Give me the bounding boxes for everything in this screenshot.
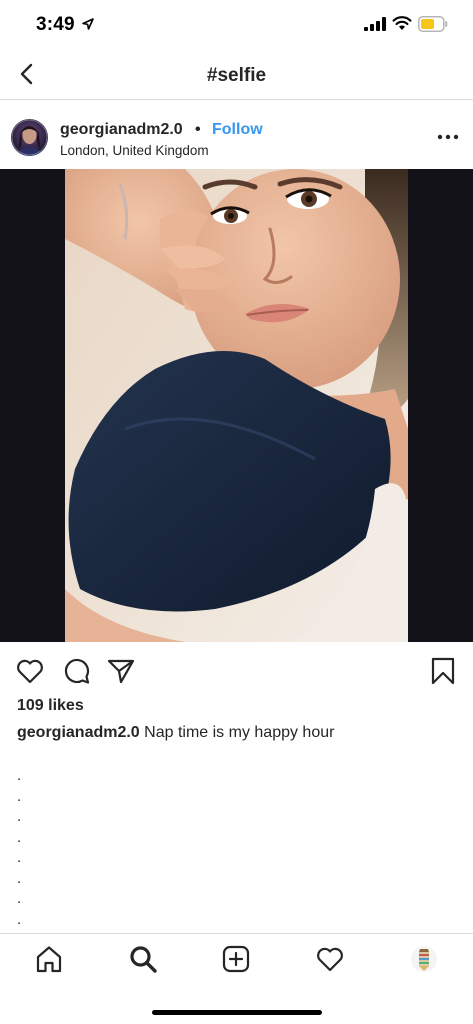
likes-count[interactable]: 109 likes [17,697,84,715]
heart-icon[interactable] [15,656,45,686]
nav-bar: #selfie [0,50,473,100]
page-title: #selfie [206,65,267,86]
home-indicator [152,1010,322,1015]
bookmark-icon[interactable] [428,656,458,686]
caption-text: Nap time is my happy hour [139,724,335,741]
post-header: georgianadm2.0 • Follow London, United K… [0,101,473,169]
post-location[interactable]: London, United Kingdom [60,143,209,158]
tab-bar [0,933,473,1024]
caption-dot-line: . [17,869,22,887]
post-actions [0,642,473,698]
caption-dots: . . . . . . . . [17,766,21,930]
caption-dot-line: . [17,787,22,805]
share-icon[interactable] [106,656,136,686]
separator-dot: • [195,121,201,138]
status-time: 3:49 [36,14,75,35]
home-icon[interactable] [34,944,64,974]
activity-heart-icon[interactable] [315,944,345,974]
add-post-icon[interactable] [221,944,251,974]
cellular-signal-icon [364,17,386,31]
caption-username[interactable]: georgianadm2.0 [17,724,140,741]
battery-icon [418,16,448,32]
caption-dot-line: . [17,849,22,866]
status-bar: 3:49 [0,0,473,50]
profile-avatar[interactable] [411,946,437,972]
search-icon[interactable] [128,944,158,974]
caption-dot-line: . [17,890,22,907]
caption-dot-line: . [17,910,22,928]
post-username[interactable]: georgianadm2.0 [60,121,183,139]
post-caption: georgianadm2.0 Nap time is my happy hour [17,724,334,742]
post-photo[interactable] [65,169,408,642]
more-dots-icon[interactable] [434,127,462,147]
wifi-icon [392,16,412,30]
comment-icon[interactable] [61,656,91,686]
post-photo-container [0,169,473,642]
avatar[interactable] [11,119,48,156]
caption-dot-line: . [17,828,22,846]
caption-dot-line: . [17,808,22,825]
caption-dot-line: . [17,767,22,784]
location-arrow-icon [82,18,94,30]
follow-button[interactable]: Follow [212,121,263,139]
